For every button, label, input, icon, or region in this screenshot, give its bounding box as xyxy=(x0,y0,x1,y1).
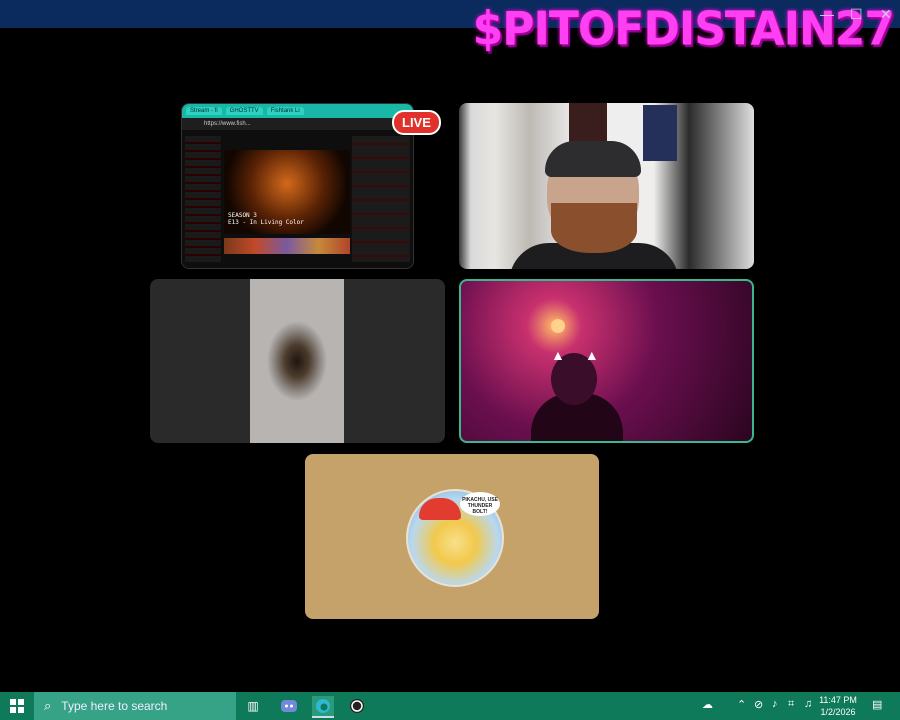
windows-icon xyxy=(10,699,24,713)
discord-glyph xyxy=(281,700,297,712)
avatar-speech-bubble: PIKACHU, USE THUNDER BOLT! xyxy=(460,492,500,516)
notifications-icon[interactable]: ▤ xyxy=(872,698,882,711)
video-caption: SEASON 3 E13 - In Living Color xyxy=(228,212,304,226)
task-view-icon[interactable]: ▥ xyxy=(242,696,264,716)
lamp-light xyxy=(551,319,565,333)
edge-glyph xyxy=(316,699,330,713)
browser-url: https://www.fish... xyxy=(182,118,413,130)
network-icon[interactable]: ⌗ xyxy=(788,698,794,711)
shared-thumbnails xyxy=(224,238,350,254)
search-placeholder: Type here to search xyxy=(61,699,168,713)
discord-icon[interactable] xyxy=(278,696,300,716)
clock-time: 11:47 PM xyxy=(819,695,857,705)
search-icon: ⌕ xyxy=(44,698,52,713)
person-cap xyxy=(545,141,641,177)
cat-ears-icon: ▲▲ xyxy=(551,347,619,363)
shared-video: SEASON 3 E13 - In Living Color xyxy=(224,150,350,234)
episode-title: E13 - In Living Color xyxy=(228,219,304,226)
webcam-tile-1[interactable] xyxy=(459,103,754,269)
live-badge: LIVE xyxy=(392,110,441,135)
maximize-button[interactable]: ☐ xyxy=(850,6,863,23)
person-beard xyxy=(551,203,637,253)
browser-tab-strip: Stream - fi GHOSTTV Fishtank Li xyxy=(182,104,413,118)
weather-icon[interactable]: ☁ xyxy=(702,698,713,711)
shared-sidebar xyxy=(185,136,221,262)
taskbar: ⌕ Type here to search ▥ ☁ ⌃ ⊘ ♪ ⌗ ♫ 11:4… xyxy=(0,692,900,720)
browser-tab: GHOSTTV xyxy=(225,107,263,115)
muted-icon[interactable]: ⊘ xyxy=(754,698,763,711)
avatar-tile[interactable]: PIKACHU, USE THUNDER BOLT! xyxy=(305,454,599,619)
chevron-up-icon[interactable]: ⌃ xyxy=(737,698,746,711)
browser-tab: Stream - fi xyxy=(186,107,222,115)
obs-icon[interactable] xyxy=(346,696,368,716)
edge-browser-icon[interactable] xyxy=(312,696,334,718)
microphone-icon[interactable]: ♪ xyxy=(772,698,778,710)
shared-page: SEASON 3 E13 - In Living Color xyxy=(182,130,413,268)
webcam-tile-2[interactable] xyxy=(150,279,445,443)
taskbar-clock[interactable]: 11:47 PM 1/2/2026 xyxy=(812,694,864,718)
browser-tab: Fishtank Li xyxy=(266,107,304,115)
clock-date: 1/2/2026 xyxy=(820,707,856,717)
wall-poster xyxy=(643,105,677,161)
webcam-tile-speaking[interactable]: ▲▲ xyxy=(459,279,754,443)
minimize-button[interactable]: — xyxy=(820,6,834,22)
volume-icon[interactable]: ♫ xyxy=(804,698,812,710)
shared-chat xyxy=(352,136,410,262)
season-label: SEASON 3 xyxy=(228,212,257,219)
obs-glyph xyxy=(350,699,364,713)
taskbar-search[interactable]: ⌕ Type here to search xyxy=(34,692,236,720)
start-button[interactable] xyxy=(0,692,34,720)
phone-video xyxy=(250,279,344,443)
screenshare-tile[interactable]: Stream - fi GHOSTTV Fishtank Li https://… xyxy=(181,103,414,269)
close-button[interactable]: ✕ xyxy=(880,6,892,23)
